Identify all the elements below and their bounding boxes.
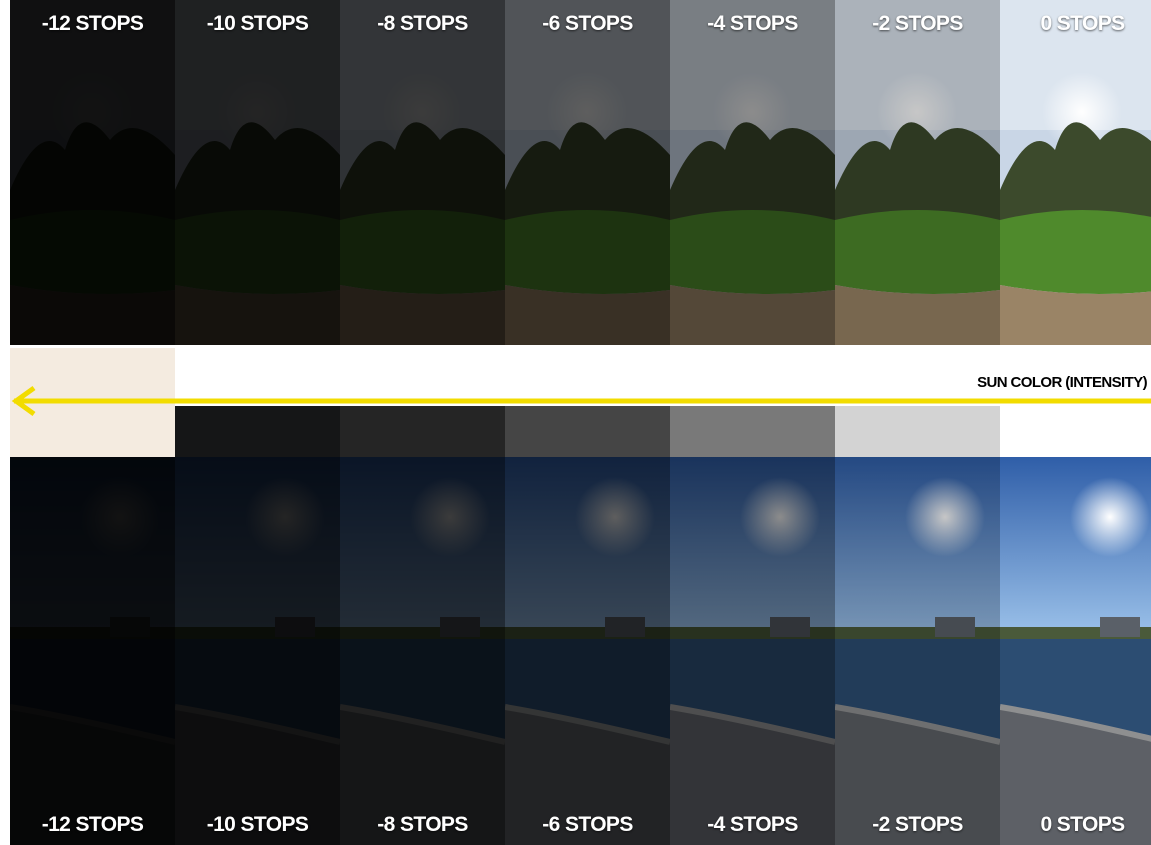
stop-label: -4 STOPS — [707, 12, 798, 35]
stop-label: -6 STOPS — [542, 813, 633, 836]
hdri-exposure-comparison: -12 STOPS -10 STOPS -8 STOPS -6 STOPS -4… — [0, 0, 1151, 845]
harbor-panel: -2 STOPS — [835, 457, 1000, 845]
harbor-panel: -10 STOPS — [175, 457, 340, 845]
sun-color-intensity-label: SUN COLOR (INTENSITY) — [977, 374, 1148, 391]
harbor-panel: -4 STOPS — [670, 457, 835, 845]
harbor-panel: -12 STOPS — [10, 457, 175, 845]
stop-label: -2 STOPS — [872, 813, 963, 836]
stop-label: 0 STOPS — [1040, 813, 1125, 836]
park-panel: -10 STOPS — [175, 0, 340, 345]
park-panel: -8 STOPS — [340, 0, 505, 345]
harbor-panel: -8 STOPS — [340, 457, 505, 845]
harbor-panel: 0 STOPS — [1000, 457, 1151, 845]
stop-label: -10 STOPS — [206, 813, 309, 836]
stop-label: -8 STOPS — [377, 813, 468, 836]
stop-label: -2 STOPS — [872, 12, 963, 35]
stop-label: -10 STOPS — [206, 12, 309, 35]
stop-label: -6 STOPS — [542, 12, 633, 35]
stop-label: -4 STOPS — [707, 813, 798, 836]
park-panel: -6 STOPS — [505, 0, 670, 345]
harbor-panel: -6 STOPS — [505, 457, 670, 845]
stop-label: -8 STOPS — [377, 12, 468, 35]
stop-label: -12 STOPS — [41, 12, 144, 35]
park-panel: 0 STOPS — [1000, 0, 1151, 345]
park-panel: -2 STOPS — [835, 0, 1000, 345]
park-panel: -12 STOPS — [10, 0, 175, 345]
stop-label: -12 STOPS — [41, 813, 144, 836]
stop-label: 0 STOPS — [1040, 12, 1125, 35]
park-panel: -4 STOPS — [670, 0, 835, 345]
